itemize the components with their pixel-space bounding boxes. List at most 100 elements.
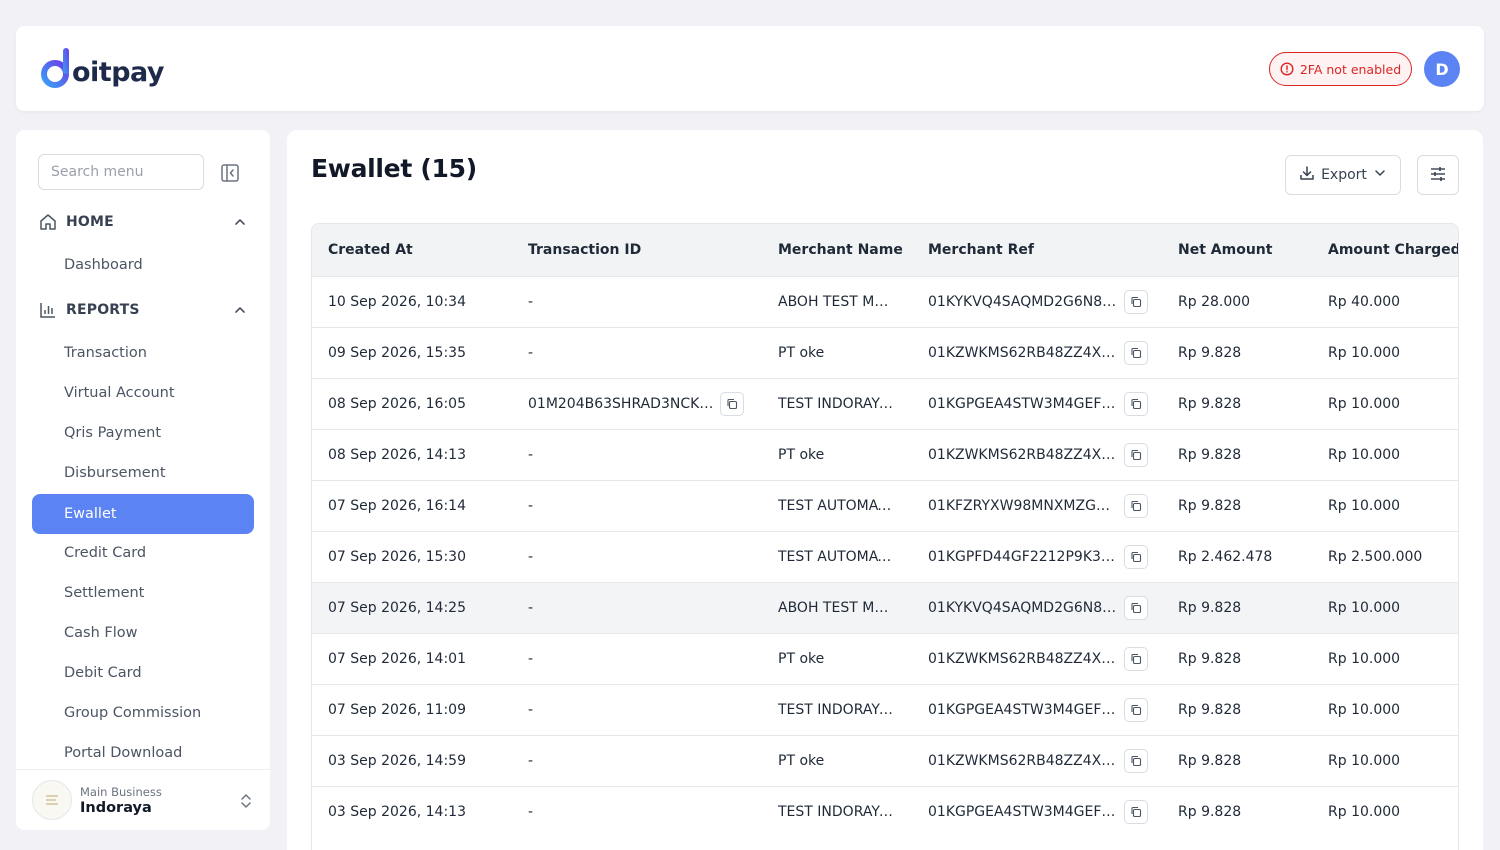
doitpay-logo[interactable]: oitpay: [40, 44, 165, 94]
table-row[interactable]: 09 Sep 2026, 15:35- PT oke 01KZWKMS62RB48Z…: [312, 326, 1458, 378]
export-button[interactable]: Export: [1285, 155, 1401, 195]
sidebar-item-cash-flow[interactable]: Cash Flow: [32, 613, 254, 653]
download-icon: [1299, 165, 1315, 185]
sidebar-item-label: Debit Card: [64, 665, 142, 681]
cell-merchant-ref: 01KYKVQ4SAQMD2G6N8YXXXXXXXX: [912, 275, 1162, 327]
copy-icon[interactable]: [1124, 442, 1148, 467]
merchant-ref: 01KGPGEA4STW3M4GEF3JXXXXXXX: [928, 395, 1118, 412]
transaction-id: -: [528, 803, 534, 820]
cell-merchant-ref: 01KYKVQ4SAQMD2G6N8YXXXXXXXX: [912, 581, 1162, 633]
chevron-up-icon: [232, 302, 248, 318]
copy-icon[interactable]: [1124, 799, 1148, 824]
copy-icon[interactable]: [1124, 646, 1148, 671]
cell-amount-charged: Rp 10.000: [1312, 734, 1458, 786]
copy-icon[interactable]: [1124, 493, 1148, 518]
sidebar-item-portal-download[interactable]: Portal Download: [32, 733, 254, 773]
cell-merchant-ref: 01KGPGEA4STW3M4GEF3JXXXXXXX: [912, 683, 1162, 735]
sidebar-item-credit-card[interactable]: Credit Card: [32, 533, 254, 573]
user-avatar[interactable]: D: [1424, 51, 1460, 87]
sidebar-item-group-commission[interactable]: Group Commission: [32, 693, 254, 733]
collapse-sidebar-icon[interactable]: [219, 162, 241, 184]
column-header[interactable]: Net Amount: [1162, 224, 1312, 276]
cell-merchant-name: TEST AUTOMATION MERCHANT: [762, 479, 912, 531]
cell-amount-charged: Rp 10.000: [1312, 479, 1458, 531]
cell-merchant-ref: 01KGPGEA4STW3M4GEF3JXXXXXXX: [912, 785, 1162, 837]
merchant-name: TEST INDORAYA MERCHANT: [778, 701, 896, 718]
merchant-name: TEST INDORAYA MERCHANT: [778, 395, 896, 412]
sidebar-section-reports[interactable]: REPORTS: [38, 298, 248, 322]
sidebar-item-settlement[interactable]: Settlement: [32, 573, 254, 613]
copy-icon[interactable]: [1124, 544, 1148, 569]
column-header[interactable]: Transaction ID: [512, 224, 762, 276]
cell-merchant-name: PT oke: [762, 632, 912, 684]
sidebar-item-debit-card[interactable]: Debit Card: [32, 653, 254, 693]
column-header[interactable]: Merchant Ref: [912, 224, 1162, 276]
cell-created-at: 07 Sep 2026, 11:09: [312, 683, 512, 735]
sidebar-item-virtual-account[interactable]: Virtual Account: [32, 373, 254, 413]
copy-icon[interactable]: [1124, 748, 1148, 773]
table-row[interactable]: 07 Sep 2026, 14:01- PT oke 01KZWKMS62RB48Z…: [312, 632, 1458, 684]
table-row[interactable]: 08 Sep 2026, 14:13- PT oke 01KZWKMS62RB48Z…: [312, 428, 1458, 480]
merchant-ref: 01KZWKMS62RB48ZZ4X6HXXXXXXX: [928, 446, 1118, 463]
cell-merchant-ref: 01KGPFD44GF2212P9K3007XXXXXX: [912, 530, 1162, 582]
top-header: oitpay 2FA not enabled D: [16, 26, 1484, 111]
copy-icon[interactable]: [1124, 289, 1148, 314]
sidebar-item-label: Cash Flow: [64, 625, 138, 641]
cell-created-at: 07 Sep 2026, 14:25: [312, 581, 512, 633]
twofa-warning-badge[interactable]: 2FA not enabled: [1269, 52, 1412, 86]
sidebar: HOME Dashboard REPORTS Transaction Virtu…: [16, 130, 270, 830]
copy-icon[interactable]: [1124, 340, 1148, 365]
cell-net-amount: Rp 9.828: [1162, 632, 1312, 684]
cell-transaction-id: -: [512, 683, 762, 735]
sidebar-section-home[interactable]: HOME: [38, 210, 248, 234]
table-row[interactable]: 07 Sep 2026, 14:25- ABOH TEST MERCHANT 01K…: [312, 581, 1458, 633]
merchant-ref: 01KZWKMS62RB48ZZ4X6HXXXXXXX: [928, 650, 1118, 667]
cell-merchant-name: ABOH TEST MERCHANT: [762, 581, 912, 633]
table-row[interactable]: 03 Sep 2026, 14:59- PT oke 01KZWKMS62RB48Z…: [312, 734, 1458, 786]
table-row[interactable]: 03 Sep 2026, 14:13- TEST INDORAYA MERCHAN…: [312, 785, 1458, 837]
copy-icon[interactable]: [1124, 595, 1148, 620]
cell-amount-charged: Rp 10.000: [1312, 581, 1458, 633]
cell-merchant-ref: 01KFZRYXW98MNXMZGRQXXXXXXXX: [912, 479, 1162, 531]
copy-icon[interactable]: [1124, 391, 1148, 416]
table-row[interactable]: 07 Sep 2026, 15:30- TEST AUTOMATION MERCH…: [312, 530, 1458, 582]
section-label-reports: REPORTS: [66, 302, 140, 318]
sidebar-item-dashboard[interactable]: Dashboard: [32, 245, 254, 285]
merchant-name: PT oke: [778, 752, 825, 769]
cell-merchant-name: TEST INDORAYA MERCHANT: [762, 683, 912, 735]
merchant-ref: 01KYKVQ4SAQMD2G6N8YXXXXXXXX: [928, 599, 1118, 616]
transaction-id: -: [528, 548, 534, 565]
cell-merchant-name: PT oke: [762, 326, 912, 378]
chevron-up-down-icon: [238, 792, 254, 810]
cell-net-amount: Rp 9.828: [1162, 785, 1312, 837]
cell-merchant-ref: 01KZWKMS62RB48ZZ4X6HXXXXXXX: [912, 734, 1162, 786]
table-row[interactable]: 07 Sep 2026, 11:09- TEST INDORAYA MERCHAN…: [312, 683, 1458, 735]
sidebar-item-label: Transaction: [64, 345, 147, 361]
column-header[interactable]: Created At: [312, 224, 512, 276]
table-row[interactable]: 10 Sep 2026, 10:34- ABOH TEST MERCHANT 01K…: [312, 275, 1458, 327]
column-header[interactable]: Merchant Name: [762, 224, 912, 276]
cell-amount-charged: Rp 10.000: [1312, 428, 1458, 480]
copy-icon[interactable]: [720, 391, 744, 416]
sidebar-item-disbursement[interactable]: Disbursement: [32, 453, 254, 493]
sidebar-item-ewallet[interactable]: Ewallet: [32, 494, 254, 534]
business-switcher[interactable]: Main Business Indoraya: [16, 769, 270, 830]
bar-chart-icon: [38, 300, 58, 320]
cell-created-at: 08 Sep 2026, 14:13: [312, 428, 512, 480]
cell-amount-charged: Rp 10.000: [1312, 632, 1458, 684]
search-menu-input[interactable]: [38, 154, 204, 190]
sidebar-item-label: Group Commission: [64, 705, 202, 721]
copy-icon[interactable]: [1124, 697, 1148, 722]
cell-amount-charged: Rp 10.000: [1312, 326, 1458, 378]
column-header[interactable]: Amount Charged: [1312, 224, 1458, 276]
sidebar-item-transaction[interactable]: Transaction: [32, 333, 254, 373]
merchant-ref: 01KGPGEA4STW3M4GEF3JXXXXXXX: [928, 701, 1118, 718]
table-row[interactable]: 08 Sep 2026, 16:05 01M204B63SHRAD3NCK44XX…: [312, 377, 1458, 429]
cell-amount-charged: Rp 40.000: [1312, 275, 1458, 327]
cell-merchant-name: TEST INDORAYA MERCHANT: [762, 377, 912, 429]
column-settings-button[interactable]: [1417, 155, 1459, 195]
cell-created-at: 07 Sep 2026, 16:14: [312, 479, 512, 531]
chevron-down-icon: [1373, 166, 1387, 184]
table-row[interactable]: 07 Sep 2026, 16:14- TEST AUTOMATION MERCH…: [312, 479, 1458, 531]
sidebar-item-qris-payment[interactable]: Qris Payment: [32, 413, 254, 453]
